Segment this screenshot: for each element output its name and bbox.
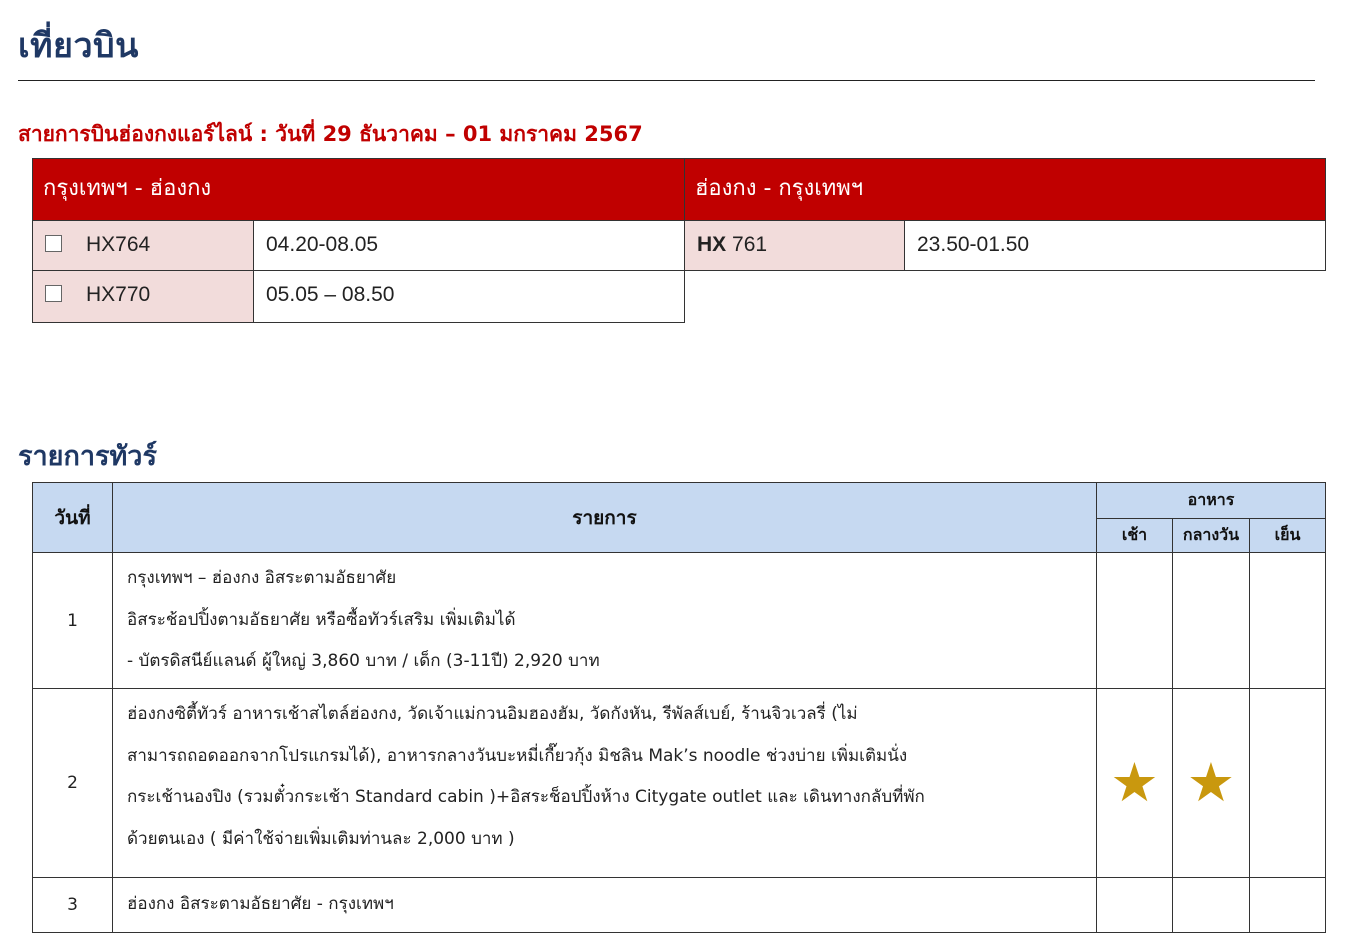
tour-heading: รายการทัวร์ bbox=[18, 441, 157, 472]
header-meals: อาหาร bbox=[1096, 482, 1326, 519]
return-route-header: ฮ่องกง - กรุงเทพฯ bbox=[684, 158, 1326, 221]
return-flight-cell: HX 761 bbox=[684, 220, 905, 271]
flight-number: HX764 bbox=[86, 233, 151, 256]
meal-breakfast-cell: ★ bbox=[1096, 688, 1173, 878]
description-line: - บัตรดิสนีย์แลนด์ ผู้ใหญ่ 3,860 บาท / เ… bbox=[127, 651, 600, 671]
day-number: 1 bbox=[32, 552, 113, 689]
meal-dinner-cell bbox=[1249, 688, 1326, 878]
flight-table: กรุงเทพฯ - ฮ่องกง ฮ่องกง - กรุงเทพฯ HX76… bbox=[32, 158, 1326, 323]
description-line: ฮ่องกงซิตี้ทัวร์ อาหารเช้าสไตล์ฮ่องกง, ว… bbox=[127, 704, 858, 724]
flights-heading: สายการบินฮ่องกงแอร์ไลน์ : วันที่ 29 ธันว… bbox=[18, 122, 643, 146]
header-dinner: เย็น bbox=[1249, 518, 1326, 553]
header-day: วันที่ bbox=[32, 482, 113, 553]
flight-number: 761 bbox=[726, 233, 768, 256]
day-description: กรุงเทพฯ – ฮ่องกง อิสระตามอัธยาศัย อิสระ… bbox=[112, 552, 1097, 689]
header-lunch: กลางวัน bbox=[1172, 518, 1250, 553]
description-line: ฮ่องกง อิสระตามอัธยาศัย - กรุงเทพฯ bbox=[127, 894, 394, 914]
header-items: รายการ bbox=[112, 482, 1097, 553]
description-line: อิสระช้อปปิ้งตามอัธยาศัย หรือซื้อทัวร์เส… bbox=[127, 609, 516, 630]
flight-code: HX bbox=[697, 233, 727, 256]
flight-checkbox[interactable] bbox=[45, 284, 62, 302]
flight-checkbox[interactable] bbox=[45, 234, 62, 252]
return-time-cell: 23.50-01.50 bbox=[904, 220, 1326, 271]
description-line: สามารถถอดออกจากโปรแกรมได้), อาหารกลางวัน… bbox=[127, 745, 908, 766]
meal-lunch-cell: ★ bbox=[1172, 688, 1250, 878]
title-divider bbox=[18, 80, 1315, 81]
description-line: ด้วยตนเอง ( มีค่าใช้จ่ายเพิ่มเติมท่านละ … bbox=[127, 828, 515, 849]
day-number: 3 bbox=[32, 877, 113, 933]
header-breakfast: เช้า bbox=[1096, 518, 1173, 553]
outbound-route-header: กรุงเทพฯ - ฮ่องกง bbox=[32, 158, 685, 221]
day-number: 2 bbox=[32, 688, 113, 878]
flight-number: HX770 bbox=[86, 283, 151, 306]
star-icon: ★ bbox=[1186, 751, 1236, 814]
outbound-time-cell: 05.05 – 08.50 bbox=[253, 270, 685, 323]
star-icon: ★ bbox=[1110, 751, 1159, 814]
meal-breakfast-cell bbox=[1096, 877, 1173, 933]
meal-dinner-cell bbox=[1249, 552, 1326, 689]
description-line: กรุงเทพฯ – ฮ่องกง อิสระตามอัธยาศัย bbox=[127, 568, 397, 588]
outbound-time-cell: 04.20-08.05 bbox=[253, 220, 685, 271]
outbound-flight-cell: HX764 bbox=[32, 220, 254, 271]
meal-lunch-cell bbox=[1172, 552, 1250, 689]
meal-lunch-cell bbox=[1172, 877, 1250, 933]
meal-dinner-cell bbox=[1249, 877, 1326, 933]
description-line: กระเช้านองปิง (รวมตั๋วกระเช้า Standard c… bbox=[127, 787, 925, 807]
outbound-flight-cell: HX770 bbox=[32, 270, 254, 323]
day-description: ฮ่องกงซิตี้ทัวร์ อาหารเช้าสไตล์ฮ่องกง, ว… bbox=[112, 688, 1097, 878]
day-description: ฮ่องกง อิสระตามอัธยาศัย - กรุงเทพฯ bbox=[112, 877, 1097, 933]
page-title: เที่ยวบิน bbox=[18, 26, 139, 66]
meal-breakfast-cell bbox=[1096, 552, 1173, 689]
tour-table: วันที่ รายการ อาหาร เช้า กลางวัน เย็น 1 … bbox=[32, 482, 1326, 933]
